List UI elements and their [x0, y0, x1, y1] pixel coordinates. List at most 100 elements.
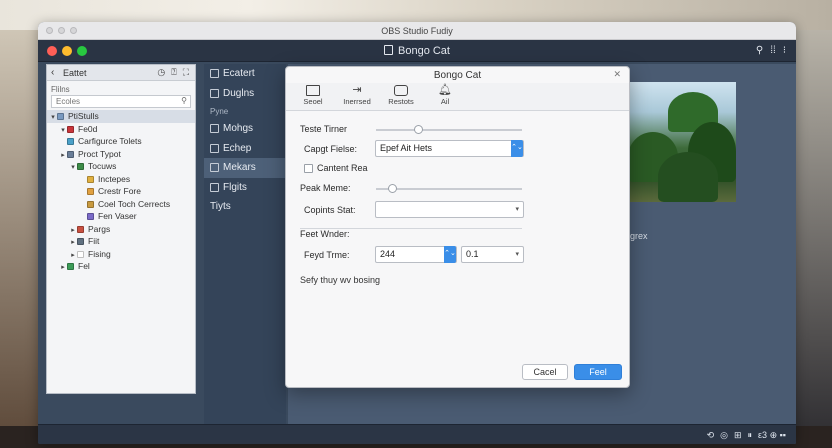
properties-item[interactable]: Tiyts	[204, 197, 286, 217]
tree-item[interactable]: Carfigurce Tolets	[47, 135, 195, 148]
slider-knob[interactable]	[414, 125, 424, 134]
source-icon	[77, 250, 84, 258]
room-background-left	[0, 30, 38, 448]
palm-frond-4	[658, 152, 718, 202]
tab-label: Restots	[388, 97, 414, 106]
chevron-down-icon[interactable]: ▾	[515, 205, 519, 213]
tree-item[interactable]: ▸ Fel	[47, 260, 195, 273]
item-icon	[210, 124, 219, 134]
tab-ail[interactable]: 🔔︎ Ail	[428, 83, 462, 110]
status-icons: ⟲ ◎ ⊞ ⏸ ε3 ⊕ ▪▪	[707, 430, 786, 441]
document-title: Bongo Cat	[38, 45, 796, 57]
source-icon	[67, 263, 74, 270]
tree-item-label: Coel Toch Cerrects	[98, 198, 171, 209]
dialog-title: Bongo Cat	[433, 70, 482, 81]
tree-item-label: Crestr Fore	[98, 186, 141, 196]
scene-tree-panel: ‹ Eattet ◷ ⍰ ⛶ Flilns ⚲ ▾PtiStulls▾Fe0dC…	[46, 64, 196, 394]
tree-item-label: Inctepes	[98, 173, 131, 184]
properties-item-label: Mohgs	[223, 123, 254, 135]
filter-label: Flilns	[51, 85, 70, 94]
cancel-button[interactable]: Cacel	[522, 364, 568, 380]
capt-fielse-value: Epef Ait Hets	[380, 143, 433, 153]
properties-item[interactable]: Ecatert	[204, 64, 286, 84]
tree-item[interactable]: Coel Toch Cerrects	[47, 198, 195, 211]
dialog-tabs: Seoel ⇥ Inerrsed Restots 🔔︎ Ail	[286, 83, 629, 111]
feyd-trme-unit-value: 0.1	[466, 249, 479, 259]
copints-stat-label: Copints Stat:	[304, 205, 356, 215]
back-icon[interactable]: ‹	[51, 67, 54, 78]
source-icon	[77, 225, 84, 233]
item-icon	[210, 182, 219, 192]
ok-button[interactable]: Feel	[574, 364, 622, 380]
properties-item-label: Mekars	[223, 162, 256, 174]
close-icon[interactable]: ✕	[613, 69, 621, 80]
preview-label: grex	[630, 231, 648, 241]
slider-knob[interactable]	[388, 184, 398, 193]
scene-tree-title: Eattet	[63, 68, 87, 78]
feyd-trme-value: 244	[380, 249, 396, 259]
peak-meme-label: Peak Meme:	[300, 183, 351, 193]
properties-item[interactable]: Mohgs	[204, 119, 286, 139]
properties-item[interactable]: Flgits	[204, 178, 286, 198]
tab-inerrsed[interactable]: ⇥ Inerrsed	[340, 83, 374, 110]
tree-item[interactable]: ▾ Tocuws	[47, 160, 195, 173]
peak-meme-slider[interactable]	[376, 184, 522, 193]
properties-item-label: Duglns	[223, 87, 255, 99]
search-icon[interactable]: ⚲	[181, 96, 187, 105]
tab-label: Inerrsed	[343, 97, 371, 106]
tree-item-label: PtiStulls	[68, 111, 99, 121]
expand-icon[interactable]: ⛶	[183, 67, 189, 78]
tree-item[interactable]: ▸ Fiit	[47, 235, 195, 248]
tab-seoel[interactable]: Seoel	[296, 83, 330, 110]
feyd-trme-unit-select[interactable]: 0.1 ▾	[461, 246, 524, 263]
document-icon	[384, 45, 393, 55]
item-icon	[210, 163, 219, 173]
feyd-trme-input[interactable]: 244 ⌃⌄	[375, 246, 457, 263]
feyd-trme-label: Feyd Trme:	[304, 250, 350, 260]
os-titlebar: OBS Studio Fudiy	[38, 22, 796, 40]
properties-item[interactable]: Mekars	[204, 158, 286, 178]
tree-item[interactable]: ▸ Fising	[47, 248, 195, 261]
properties-item[interactable]: Duglns	[204, 84, 286, 104]
help-icon[interactable]: ⍰	[171, 67, 176, 78]
tree-item[interactable]: Inctepes	[47, 173, 195, 186]
tab-label: Ail	[440, 97, 450, 106]
app-toolbar: Bongo Cat ⚲ ⁞⁞ ⁝	[38, 40, 796, 62]
more-icon[interactable]: ⁝	[783, 45, 786, 56]
capt-fielse-select[interactable]: Epef Ait Hets ⌃⌄	[375, 140, 524, 157]
search-icon[interactable]: ⚲	[756, 45, 763, 56]
chevron-updown-icon[interactable]: ⌃⌄	[511, 140, 523, 157]
chevron-right-icon[interactable]: ▸	[59, 262, 67, 275]
properties-item-label: Flgits	[223, 181, 247, 193]
tree-item[interactable]: ▾ Fe0d	[47, 123, 195, 136]
copints-stat-select[interactable]: ▾	[375, 201, 524, 218]
tree-item[interactable]: ▸ Proct Typot	[47, 148, 195, 161]
grid-icon[interactable]: ⁞⁞	[770, 45, 776, 56]
status-text: ε3 ⊕ ▪▪	[758, 430, 786, 440]
layout-icon[interactable]: ⊞	[734, 430, 742, 441]
bell-icon: 🔔︎	[438, 84, 452, 96]
refresh-icon[interactable]: ⟲	[707, 430, 715, 441]
tree-item[interactable]: Fen Vaser	[47, 210, 195, 223]
window-title: OBS Studio Fudiy	[381, 26, 453, 36]
record-icon[interactable]: ◎	[720, 430, 728, 441]
source-icon	[67, 125, 74, 133]
properties-item[interactable]: Echep	[204, 139, 286, 159]
search-input[interactable]	[52, 96, 172, 107]
taste-timer-slider[interactable]	[376, 125, 522, 134]
clock-icon[interactable]: ◷	[157, 67, 165, 78]
camera-icon	[394, 85, 408, 96]
item-icon	[210, 88, 219, 98]
pause-icon[interactable]: ⏸	[748, 430, 753, 441]
tree-item[interactable]: ▾ PtiStulls	[47, 110, 195, 123]
feet-wnder-label: Feet Wnder:	[300, 229, 354, 239]
chevron-down-icon[interactable]: ▾	[515, 250, 519, 258]
tree-item[interactable]: Crestr Fore	[47, 185, 195, 198]
properties-item-label: Tiyts	[210, 201, 231, 213]
tree-item-label: Fiit	[88, 236, 100, 246]
stepper-icon[interactable]: ⌃⌄	[444, 246, 456, 263]
tab-restots[interactable]: Restots	[384, 83, 418, 110]
content-rea-checkbox[interactable]	[304, 164, 313, 173]
tree-item[interactable]: ▸ Pargs	[47, 223, 195, 236]
properties-item-label: Ecatert	[223, 68, 255, 80]
